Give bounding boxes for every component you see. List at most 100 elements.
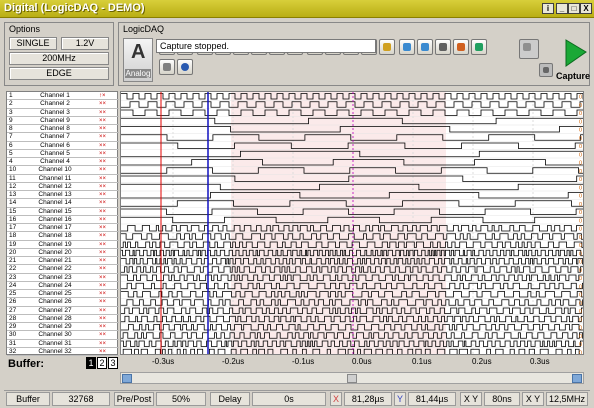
- search-icon[interactable]: [435, 39, 451, 55]
- channel-row[interactable]: 5 Channel 5 ××: [7, 150, 119, 158]
- horizontal-scrollbar[interactable]: [120, 372, 584, 384]
- channel-trigger-mark[interactable]: ××: [99, 307, 106, 315]
- channel-trigger-mark[interactable]: ××: [99, 158, 106, 166]
- channel-trigger-mark[interactable]: ××: [99, 191, 106, 199]
- channel-row[interactable]: 10 Channel 10 ××: [7, 166, 119, 175]
- channel-trigger-mark[interactable]: ××: [99, 175, 106, 183]
- channel-row[interactable]: 15 Channel 15 ××: [7, 208, 119, 216]
- channel-row[interactable]: 32 Channel 32 ××: [7, 348, 119, 356]
- channel-trigger-mark[interactable]: ××: [99, 340, 106, 348]
- channel-trigger-mark[interactable]: ××: [99, 133, 106, 141]
- clear-icon[interactable]: [519, 39, 539, 59]
- channel-trigger-mark[interactable]: ××: [99, 298, 106, 306]
- scroll-thumb[interactable]: [347, 374, 357, 383]
- mode-select[interactable]: SINGLE: [9, 37, 57, 50]
- status-bar: Buffer 32768 Pre/Post 50% Delay 0s X 81,…: [4, 390, 590, 406]
- chart-icon[interactable]: [399, 39, 415, 55]
- channel-row[interactable]: 17 Channel 17 ××: [7, 224, 119, 233]
- channel-number: 16: [9, 215, 17, 223]
- channel-row[interactable]: 24 Channel 24 ××: [7, 282, 119, 290]
- channel-trigger-mark[interactable]: ××: [99, 232, 106, 240]
- channel-row[interactable]: 16 Channel 16 ××: [7, 216, 119, 224]
- channel-trigger-mark[interactable]: ××: [99, 241, 106, 249]
- waveform-area[interactable]: 0 0 0 0 0 0 0 0 0 0 0 0 0 0 0 0 0 0 0 0 0 0 0 0 0 0 0 0 0 0 0 0: [120, 91, 584, 355]
- channel-row[interactable]: 20 Channel 20 ××: [7, 249, 119, 257]
- channel-row[interactable]: 13 Channel 13 ××: [7, 191, 119, 200]
- channel-number: 13: [9, 191, 17, 198]
- info-button[interactable]: i: [542, 3, 554, 14]
- channel-row[interactable]: 30 Channel 30 ××: [7, 331, 119, 340]
- channel-row[interactable]: 28 Channel 28 ××: [7, 315, 119, 323]
- buffer-1-button[interactable]: 1: [86, 357, 96, 369]
- channel-row[interactable]: 26 Channel 26 ××: [7, 298, 119, 307]
- channel-trigger-mark[interactable]: ××: [99, 166, 106, 174]
- channel-trigger-mark[interactable]: ××: [99, 257, 106, 265]
- channel-row[interactable]: 29 Channel 29 ××: [7, 323, 119, 332]
- buffer-3-button[interactable]: 3: [108, 357, 118, 369]
- decode-icon[interactable]: [453, 39, 469, 55]
- channel-row[interactable]: 21 Channel 21 ××: [7, 257, 119, 266]
- channel-row[interactable]: 3 Channel 3 ××: [7, 109, 119, 117]
- channel-trigger-mark[interactable]: ↑×: [99, 92, 106, 100]
- trigger-select[interactable]: EDGE: [9, 67, 109, 80]
- close-button[interactable]: X: [580, 3, 592, 14]
- delay-value[interactable]: 0s: [252, 392, 326, 406]
- channel-row[interactable]: 12 Channel 12 ××: [7, 183, 119, 191]
- channel-row[interactable]: 1 Channel 1 ↑×: [7, 92, 119, 101]
- channel-trigger-mark[interactable]: ××: [99, 150, 106, 158]
- stop-icon[interactable]: [539, 63, 553, 77]
- channel-row[interactable]: 22 Channel 22 ××: [7, 265, 119, 274]
- channel-row[interactable]: 9 Channel 9 ××: [7, 117, 119, 125]
- channel-trigger-mark[interactable]: ××: [99, 208, 106, 216]
- channel-row[interactable]: 23 Channel 23 ××: [7, 274, 119, 282]
- channel-trigger-mark[interactable]: ××: [99, 265, 106, 273]
- channel-trigger-mark[interactable]: ××: [99, 100, 106, 108]
- channel-trigger-mark[interactable]: ××: [99, 142, 106, 150]
- channel-row[interactable]: 19 Channel 19 ××: [7, 241, 119, 249]
- prepost-value[interactable]: 50%: [156, 392, 206, 406]
- channel-row[interactable]: 31 Channel 31 ××: [7, 340, 119, 348]
- help-icon[interactable]: [177, 59, 193, 75]
- channel-row[interactable]: 27 Channel 27 ××: [7, 307, 119, 315]
- buffer-label: Buffer:: [8, 358, 45, 370]
- channel-row[interactable]: 7 Channel 7 ××: [7, 133, 119, 142]
- channel-trigger-mark[interactable]: ××: [99, 117, 106, 125]
- channel-trigger-mark[interactable]: ××: [99, 249, 106, 257]
- channel-trigger-mark[interactable]: ××: [99, 282, 106, 290]
- voltage-select[interactable]: 1.2V: [61, 37, 109, 50]
- channel-row[interactable]: 25 Channel 25 ××: [7, 290, 119, 299]
- export-icon[interactable]: [471, 39, 487, 55]
- capture-button[interactable]: Capture: [556, 38, 590, 84]
- channel-row[interactable]: 14 Channel 14 ××: [7, 199, 119, 208]
- channel-trigger-mark[interactable]: ××: [99, 323, 106, 331]
- channel-row[interactable]: 18 Channel 18 ××: [7, 232, 119, 241]
- analog-button[interactable]: A Analog: [123, 38, 153, 82]
- minimize-button[interactable]: _: [556, 3, 568, 14]
- channel-trigger-mark[interactable]: ××: [99, 224, 106, 232]
- channel-trigger-mark[interactable]: ××: [99, 199, 106, 207]
- channel-trigger-mark[interactable]: ××: [99, 183, 106, 191]
- channel-trigger-mark[interactable]: ××: [99, 109, 106, 117]
- channel-row[interactable]: 11 Channel 11 ××: [7, 175, 119, 183]
- channel-trigger-mark[interactable]: ××: [99, 348, 106, 356]
- buffer-2-button[interactable]: 2: [97, 357, 107, 369]
- print-icon[interactable]: [159, 59, 175, 75]
- channel-row[interactable]: 6 Channel 6 ××: [7, 142, 119, 150]
- scroll-left-icon[interactable]: [122, 374, 132, 383]
- channel-trigger-mark[interactable]: ××: [99, 274, 106, 282]
- channel-trigger-mark[interactable]: ××: [99, 315, 106, 323]
- channel-name: Channel 24: [38, 281, 72, 289]
- maximize-button[interactable]: □: [568, 3, 580, 14]
- channel-trigger-mark[interactable]: ××: [99, 125, 106, 133]
- scroll-right-icon[interactable]: [572, 374, 582, 383]
- channel-trigger-mark[interactable]: ××: [99, 216, 106, 224]
- channel-trigger-mark[interactable]: ××: [99, 331, 106, 339]
- channel-row[interactable]: 2 Channel 2 ××: [7, 100, 119, 109]
- channel-row[interactable]: 8 Channel 8 ××: [7, 125, 119, 134]
- buffer-size-value[interactable]: 32768: [52, 392, 110, 406]
- marker5-icon[interactable]: [379, 39, 395, 55]
- channel-trigger-mark[interactable]: ××: [99, 290, 106, 298]
- table-icon[interactable]: [417, 39, 433, 55]
- rate-select[interactable]: 200MHz: [9, 52, 109, 65]
- channel-row[interactable]: 4 Channel 4 ××: [7, 158, 119, 167]
